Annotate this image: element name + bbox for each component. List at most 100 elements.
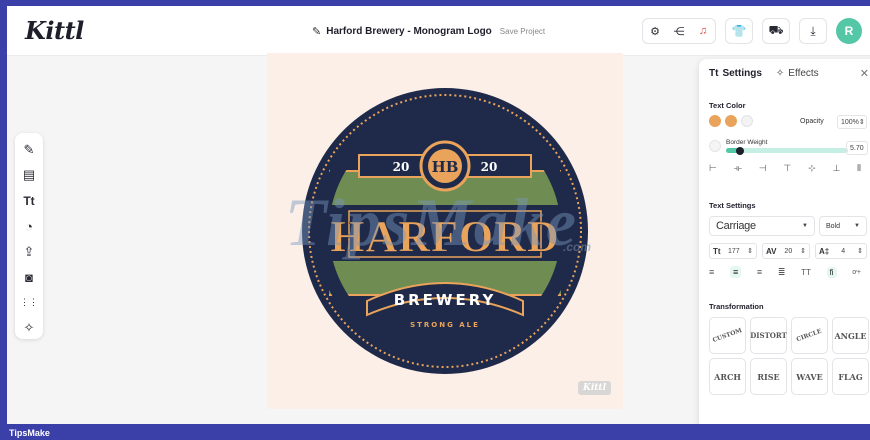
letter-spacing-value: 20 — [784, 247, 793, 255]
tab-effects-label: Effects — [788, 68, 819, 79]
align-hcenter-icon[interactable]: ⟛ — [734, 163, 742, 174]
text-align-center-icon[interactable]: ≡ — [729, 266, 742, 278]
font-weight-value: Bold — [826, 222, 841, 230]
brewery-badge[interactable]: HB 20 20 HARFORD BREWERY STRONG ALE — [267, 53, 623, 409]
settings-icon[interactable]: ⚙ — [643, 19, 667, 43]
transform-wave[interactable]: WAVE — [791, 358, 828, 395]
footer-brand: TipsMake — [0, 426, 870, 440]
transform-flag[interactable]: FLAG — [832, 358, 869, 395]
stepper-icon[interactable]: ⇕ — [800, 247, 806, 255]
bell-icon[interactable]: ♫ — [691, 19, 715, 43]
project-title: ✎ Harford Brewery - Monogram Logo Save P… — [312, 25, 545, 38]
border-weight-value: 5.70 — [850, 144, 864, 152]
border-weight-slider[interactable] — [726, 146, 848, 155]
tagline-text: STRONG ALE — [410, 321, 480, 329]
text-path-icon[interactable]: ơ+ — [852, 269, 861, 276]
effects-icon: ✧ — [775, 68, 785, 79]
artboard[interactable]: HB 20 20 HARFORD BREWERY STRONG ALE Tips… — [267, 53, 623, 409]
stepper-icon[interactable]: ⇕ — [859, 118, 865, 126]
opacity-value: 100% — [841, 118, 859, 126]
download-icon[interactable]: ⤓ — [799, 18, 827, 44]
font-size-input[interactable]: Tt 177 ⇕ — [709, 243, 757, 259]
transform-flag-label: FLAG — [838, 371, 863, 382]
stepper-icon[interactable]: ⇕ — [747, 247, 753, 255]
ligature-icon[interactable]: fi — [826, 266, 837, 278]
transform-angle[interactable]: ANGLE — [832, 317, 869, 354]
align-right-icon[interactable]: ⊣ — [759, 163, 767, 174]
transform-distort-label: DISTORT — [750, 331, 787, 340]
kittl-logo[interactable]: Kittl — [25, 16, 84, 45]
font-size-value: 177 — [728, 247, 740, 255]
close-icon[interactable]: ✕ — [860, 67, 869, 80]
transform-custom[interactable]: CUSTOM — [709, 317, 746, 354]
sparkle-icon[interactable]: ✧ — [18, 318, 40, 340]
shapes-icon[interactable]: ◔ — [18, 216, 40, 238]
transform-custom-label: CUSTOM — [711, 326, 744, 345]
distribute-icon[interactable]: ⫴ — [857, 163, 861, 174]
left-toolbar: ✎ ▤ Tt ◔ ⇪ ◙ ⋮⋮ ✧ — [15, 133, 43, 339]
project-name[interactable]: Harford Brewery - Monogram Logo — [326, 26, 492, 37]
text-align-right-icon[interactable]: ≡ — [757, 267, 762, 277]
tab-settings[interactable]: Tt Settings — [709, 68, 762, 79]
transformation-grid: CUSTOM DISTORT CIRCLE ANGLE ARCH RISE WA… — [709, 317, 869, 395]
text-justify-icon[interactable]: ≣ — [778, 267, 786, 278]
swatch-white[interactable] — [741, 115, 753, 127]
watermark-suffix: .com — [563, 240, 592, 254]
tab-settings-label: Settings — [722, 68, 762, 79]
align-vcenter-icon[interactable]: ⊹ — [808, 163, 816, 174]
swatch-orange-1[interactable] — [709, 115, 721, 127]
letter-spacing-input[interactable]: AV 20 ⇕ — [762, 243, 810, 259]
font-family-value: Carriage — [716, 220, 756, 232]
align-top-icon[interactable]: ⊤ — [783, 163, 791, 174]
kittl-editor: Kittl ✎ Harford Brewery - Monogram Logo … — [7, 6, 870, 424]
year-right: 20 — [481, 160, 498, 174]
action-group: ⚙ ⋲ ♫ — [642, 18, 716, 44]
transform-rise[interactable]: RISE — [750, 358, 787, 395]
swatch-orange-2[interactable] — [725, 115, 737, 127]
opacity-input[interactable]: 100% ⇕ — [837, 115, 867, 129]
align-bottom-icon[interactable]: ⊥ — [832, 163, 840, 174]
border-color-swatch[interactable] — [709, 140, 721, 152]
panel-tabs: Tt Settings ✧ Effects ✕ — [709, 67, 869, 80]
font-weight-select[interactable]: Bold ▼ — [819, 216, 867, 236]
upload-icon[interactable]: ⇪ — [18, 241, 40, 263]
year-left: 20 — [393, 160, 410, 174]
layout-icon[interactable]: ▤ — [18, 165, 40, 187]
title-text: HARFORD — [330, 212, 559, 261]
transform-distort[interactable]: DISTORT — [750, 317, 787, 354]
tab-effects[interactable]: ✧ Effects — [776, 68, 819, 79]
font-family-select[interactable]: Carriage ▼ — [709, 216, 815, 236]
uppercase-icon[interactable]: TT — [801, 268, 811, 277]
kittl-badge: Kittl — [578, 381, 611, 395]
border-weight-input[interactable]: 5.70 — [846, 141, 868, 155]
line-height-input[interactable]: A‡ 4 ⇕ — [815, 243, 867, 259]
save-project-button[interactable]: Save Project — [500, 27, 545, 36]
text-align-row: ≡ ≡ ≡ ≣ TT fi ơ+ — [709, 266, 861, 278]
transform-circle[interactable]: CIRCLE — [791, 317, 828, 354]
properties-panel: Tt Settings ✧ Effects ✕ Text Color Opacity… — [699, 59, 870, 424]
pencil-icon[interactable]: ✎ — [312, 25, 321, 38]
chevron-down-icon: ▼ — [854, 223, 860, 229]
font-size-icon: Tt — [713, 246, 721, 256]
top-actions: ⚙ ⋲ ♫ 👕 ⛟ ⤓ R — [642, 18, 862, 44]
transformation-label: Transformation — [709, 302, 764, 311]
truck-icon[interactable]: ⛟ — [762, 18, 790, 44]
stepper-icon[interactable]: ⇕ — [857, 247, 863, 255]
align-left-icon[interactable]: ⊢ — [709, 163, 717, 174]
border-weight-label: Border Weight — [726, 139, 768, 146]
avatar[interactable]: R — [836, 18, 862, 44]
line-height-icon: A‡ — [819, 246, 830, 256]
slider-handle[interactable] — [736, 146, 744, 155]
edit-icon[interactable]: ✎ — [18, 139, 40, 161]
text-icon[interactable]: Tt — [18, 190, 40, 212]
transform-angle-label: ANGLE — [834, 330, 867, 341]
top-bar: Kittl ✎ Harford Brewery - Monogram Logo … — [7, 6, 870, 56]
object-align-row: ⊢ ⟛ ⊣ ⊤ ⊹ ⊥ ⫴ — [709, 163, 861, 174]
color-swatches — [709, 115, 753, 127]
share-icon[interactable]: ⋲ — [667, 19, 691, 43]
text-align-left-icon[interactable]: ≡ — [709, 267, 714, 277]
shirt-icon[interactable]: 👕 — [725, 18, 753, 44]
grid-icon[interactable]: ⋮⋮ — [18, 292, 40, 314]
transform-arch[interactable]: ARCH — [709, 358, 746, 395]
camera-icon[interactable]: ◙ — [18, 267, 40, 289]
